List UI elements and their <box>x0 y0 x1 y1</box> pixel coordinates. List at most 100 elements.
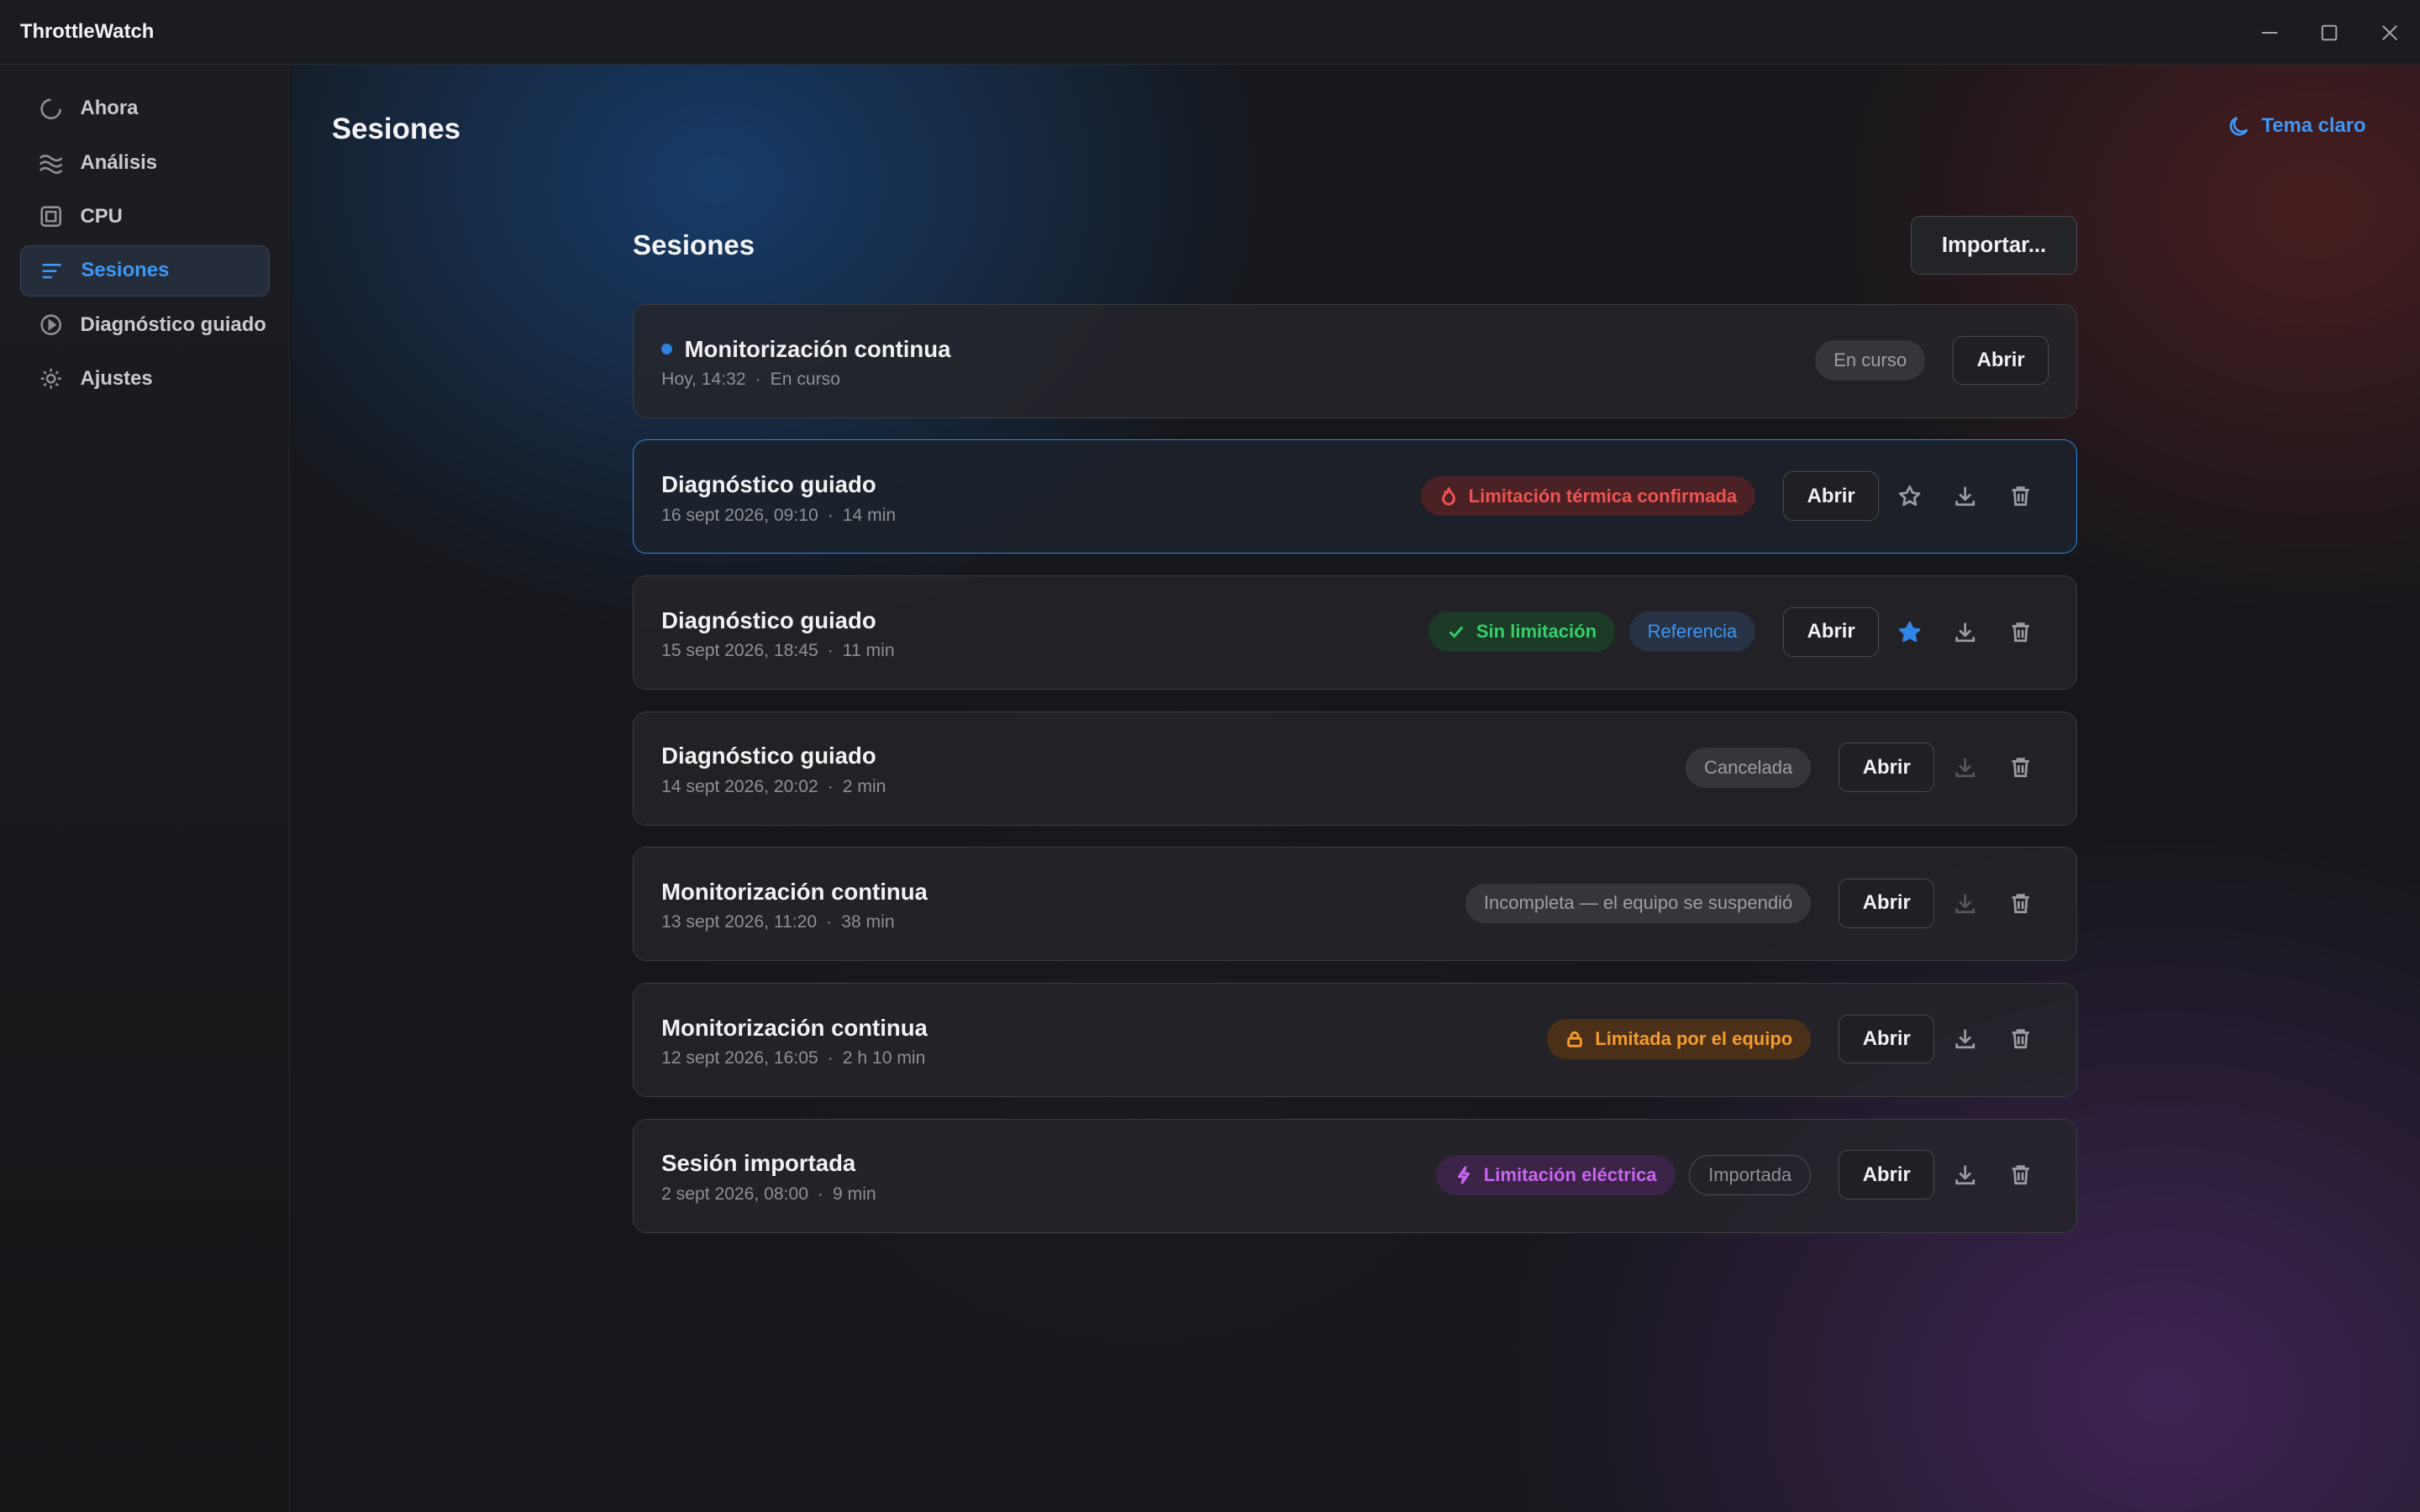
trash-icon <box>2012 758 2030 778</box>
session-duration: 2 min <box>842 776 886 796</box>
open-button[interactable]: Abrir <box>1783 606 1880 657</box>
trash-icon <box>2012 1029 2030 1049</box>
bolt-icon <box>1457 1166 1470 1184</box>
close-button[interactable] <box>2360 0 2420 65</box>
status-badge: Incompleta — el equipo se suspendió <box>1465 883 1812 924</box>
maximize-button[interactable] <box>2300 0 2360 65</box>
status-badge: Cancelada <box>1685 747 1812 788</box>
play-circle-icon <box>39 312 63 337</box>
download-button[interactable] <box>1938 471 1993 521</box>
session-date: 13 sept 2026, 11:20 <box>661 912 818 932</box>
status-badge: Limitación térmica confirmada <box>1420 475 1756 517</box>
favorite-button[interactable] <box>1882 471 1938 521</box>
flame-icon <box>1441 486 1455 506</box>
session-title-text: Monitorización continua <box>684 335 951 362</box>
gear-icon <box>39 366 63 391</box>
open-button[interactable]: Abrir <box>1839 879 1935 928</box>
open-button[interactable]: Abrir <box>1839 743 1935 793</box>
import-button[interactable]: Importar... <box>1910 216 2078 275</box>
sidebar-item-analisis[interactable]: Análisis <box>20 137 271 188</box>
session-meta: 2 sept 2026, 08:00 · 9 min <box>661 1184 876 1204</box>
sidebar-item-label: Ajustes <box>80 366 153 390</box>
session-title-text: Monitorización continua <box>661 879 928 906</box>
maximize-icon <box>2322 24 2338 40</box>
session-date: 12 sept 2026, 16:05 <box>661 1048 818 1068</box>
delete-button[interactable] <box>1993 743 2049 792</box>
session-title-text: Diagnóstico guiado <box>661 606 876 633</box>
theme-toggle-button[interactable]: Tema claro <box>2229 114 2366 138</box>
minimize-icon <box>2261 31 2278 34</box>
session-card[interactable]: Monitorización continua 13 sept 2026, 11… <box>633 847 2078 962</box>
session-card[interactable]: Diagnóstico guiado 15 sept 2026, 18:45 · 1… <box>633 575 2078 690</box>
sidebar-item-diagnostico[interactable]: Diagnóstico guiado <box>20 299 271 350</box>
session-meta: 12 sept 2026, 16:05 · 2 h 10 min <box>661 1048 926 1068</box>
session-duration: En curso <box>770 369 840 389</box>
delete-button[interactable] <box>1993 471 2049 521</box>
download-icon <box>1955 622 1975 642</box>
session-title-text: Monitorización continua <box>661 1014 928 1041</box>
trash-icon <box>2012 486 2030 507</box>
sidebar-item-sesiones[interactable]: Sesiones <box>19 245 271 297</box>
close-icon <box>2382 24 2398 40</box>
sidebar-item-label: Análisis <box>80 150 157 174</box>
minimize-button[interactable] <box>2239 0 2300 65</box>
session-meta: 14 sept 2026, 20:02 · 2 min <box>661 776 886 796</box>
sidebar-item-ajustes[interactable]: Ajustes <box>20 354 271 405</box>
open-button[interactable]: Abrir <box>1839 1150 1935 1200</box>
open-button[interactable]: Abrir <box>1783 471 1880 521</box>
session-card[interactable]: Monitorización continua Hoy, 14:32 · En cu… <box>633 303 2078 418</box>
sidebar-item-label: Sesiones <box>81 259 170 282</box>
status-badge: Limitación eléctrica <box>1435 1154 1676 1195</box>
star-filled-icon <box>1899 621 1921 642</box>
favorite-button[interactable] <box>1882 607 1938 657</box>
session-card[interactable]: Diagnóstico guiado 16 sept 2026, 09:10 · 1… <box>633 439 2078 554</box>
status-badge: En curso <box>1815 340 1926 381</box>
session-duration: 14 min <box>842 505 897 525</box>
session-duration: 38 min <box>841 912 895 932</box>
delete-button[interactable] <box>1993 607 2049 657</box>
session-actions: Incompleta — el equipo se suspendió Abri… <box>1451 848 2049 958</box>
trash-icon <box>2012 1165 2030 1185</box>
session-title: Diagnóstico guiado <box>661 743 876 769</box>
session-title: Monitorización continua <box>661 1015 928 1042</box>
main-content: Sesiones Tema claro Sesiones Importar...… <box>292 65 2420 1512</box>
session-meta: Hoy, 14:32 · En curso <box>661 369 840 389</box>
download-icon <box>1955 894 1975 913</box>
session-date: Hoy, 14:32 <box>661 369 746 389</box>
session-card[interactable]: Diagnóstico guiado 14 sept 2026, 20:02 · 2… <box>633 711 2078 826</box>
session-card[interactable]: Monitorización continua 12 sept 2026, 16… <box>633 982 2078 1097</box>
app-window: ThrottleWatch Ahora Análisis CPU Sesione… <box>0 0 2420 1512</box>
session-card[interactable]: Sesión importada 2 sept 2026, 08:00 · 9 mi… <box>633 1118 2078 1233</box>
session-meta: 13 sept 2026, 11:20 · 38 min <box>661 912 895 932</box>
session-meta: 15 sept 2026, 18:45 · 11 min <box>661 641 895 661</box>
download-icon <box>1955 1165 1975 1185</box>
download-icon <box>1955 486 1975 507</box>
download-button-disabled <box>1938 879 1993 928</box>
session-date: 2 sept 2026, 08:00 <box>661 1184 808 1204</box>
session-actions: Sin limitación Referencia Abrir <box>1414 576 2049 687</box>
session-title: Diagnóstico guiado <box>661 607 876 634</box>
session-date: 16 sept 2026, 09:10 <box>661 505 818 525</box>
session-actions: En curso Abrir <box>1802 305 2049 416</box>
session-meta: 16 sept 2026, 09:10 · 14 min <box>661 505 897 525</box>
session-title: Diagnóstico guiado <box>661 471 876 498</box>
session-duration: 2 h 10 min <box>842 1048 926 1068</box>
status-badge-text: Sin limitación <box>1476 621 1597 643</box>
download-button[interactable] <box>1938 1015 1993 1064</box>
session-title-text: Diagnóstico guiado <box>661 471 876 498</box>
open-button[interactable]: Abrir <box>1953 335 2049 386</box>
status-badge: Limitada por el equipo <box>1547 1019 1812 1059</box>
sidebar-item-cpu[interactable]: CPU <box>20 192 271 243</box>
delete-button[interactable] <box>1993 879 2049 928</box>
download-button[interactable] <box>1938 1150 1993 1200</box>
delete-button[interactable] <box>1993 1015 2049 1064</box>
sidebar-item-ahora[interactable]: Ahora <box>20 83 271 134</box>
delete-button[interactable] <box>1993 1150 2049 1200</box>
reference-badge: Referencia <box>1628 612 1756 653</box>
download-button[interactable] <box>1938 607 1993 657</box>
live-indicator-icon <box>661 344 672 354</box>
title-bar: ThrottleWatch <box>0 0 2420 66</box>
moon-icon <box>2229 117 2249 136</box>
open-button[interactable]: Abrir <box>1839 1014 1935 1064</box>
session-duration: 11 min <box>842 641 895 661</box>
